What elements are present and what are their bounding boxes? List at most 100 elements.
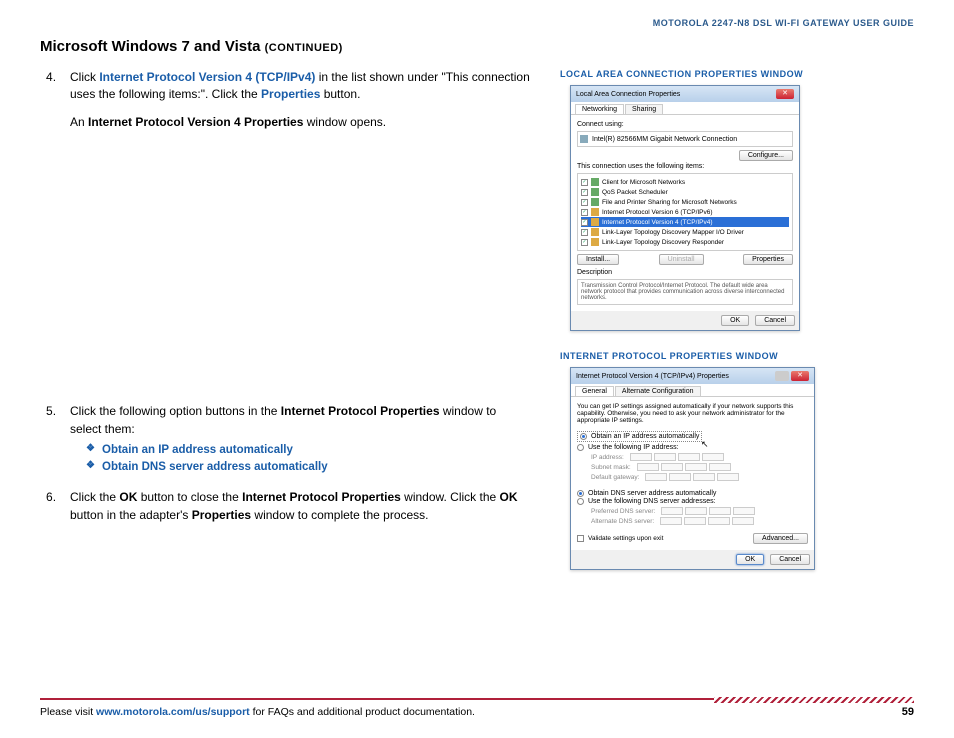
radio-static-ip[interactable]: [577, 444, 584, 451]
lan-properties-dialog: Local Area Connection Properties ✕ Netwo…: [570, 85, 800, 331]
list-item-ipv4[interactable]: Internet Protocol Version 4 (TCP/IPv4): [602, 219, 713, 226]
step-6: Click the OK button to close the Interne…: [40, 489, 530, 524]
text: window to complete the process.: [251, 508, 428, 522]
doc-header: MOTOROLA 2247-N8 DSL WI-FI GATEWAY USER …: [40, 18, 914, 28]
text: for FAQs and additional product document…: [250, 706, 475, 718]
list-item[interactable]: File and Printer Sharing for Microsoft N…: [602, 199, 737, 206]
items-label: This connection uses the following items…: [577, 163, 793, 170]
checkbox-icon[interactable]: ✓: [581, 209, 588, 216]
page-number: 59: [902, 706, 914, 718]
step-4: Click Internet Protocol Version 4 (TCP/I…: [40, 69, 530, 131]
component-icon: [591, 228, 599, 236]
radio-label: Use the following IP address:: [588, 444, 679, 451]
text: Internet Protocol Properties: [242, 490, 401, 504]
option-obtain-ip: Obtain an IP address automatically: [86, 442, 530, 459]
radio-auto-ip[interactable]: [580, 433, 587, 440]
title-main: Microsoft Windows 7 and Vista: [40, 38, 260, 55]
gateway-label: Default gateway:: [591, 474, 639, 481]
text: window. Click the: [401, 490, 500, 504]
gateway-input: [645, 473, 739, 481]
stripe-decoration: [714, 697, 914, 703]
install-button[interactable]: Install...: [577, 254, 619, 265]
help-icon[interactable]: [775, 371, 789, 381]
dns1-input: [661, 507, 755, 515]
validate-checkbox[interactable]: [577, 535, 584, 542]
intro-text: You can get IP settings assigned automat…: [577, 403, 808, 424]
radio-static-dns[interactable]: [577, 498, 584, 505]
text: An: [70, 115, 88, 129]
support-link[interactable]: www.motorola.com/us/support: [96, 706, 250, 718]
checkbox-icon[interactable]: ✓: [581, 179, 588, 186]
advanced-button[interactable]: Advanced...: [753, 533, 808, 544]
close-icon[interactable]: ✕: [791, 371, 809, 381]
cancel-button[interactable]: Cancel: [770, 554, 810, 565]
items-listbox[interactable]: ✓ Client for Microsoft Networks ✓ QoS Pack…: [577, 173, 793, 251]
description-label: Description: [577, 269, 793, 276]
dialog-title: Internet Protocol Version 4 (TCP/IPv4) P…: [576, 373, 729, 380]
component-icon: [591, 208, 599, 216]
subnet-input: [637, 463, 731, 471]
fig2-caption: INTERNET PROTOCOL PROPERTIES WINDOW: [560, 351, 914, 361]
text: Click the: [70, 490, 119, 504]
close-icon[interactable]: ✕: [776, 89, 794, 99]
radio-label: Obtain DNS server address automatically: [588, 490, 716, 497]
list-item[interactable]: Link-Layer Topology Discovery Mapper I/O…: [602, 229, 744, 236]
component-icon: [591, 238, 599, 246]
footer-text: Please visit www.motorola.com/us/support…: [40, 706, 475, 718]
tab-general[interactable]: General: [575, 386, 614, 396]
page-title: Microsoft Windows 7 and Vista (CONTINUED…: [40, 38, 914, 55]
cursor-icon: ↖: [701, 439, 709, 450]
tab-networking[interactable]: Networking: [575, 104, 624, 114]
list-item[interactable]: Client for Microsoft Networks: [602, 179, 685, 186]
text: Please visit: [40, 706, 96, 718]
step-4-sub: An Internet Protocol Version 4 Propertie…: [70, 114, 530, 131]
checkbox-icon[interactable]: ✓: [581, 219, 588, 226]
dns1-label: Preferred DNS server:: [591, 508, 655, 515]
ip-label: IP address:: [591, 454, 624, 461]
dns2-input: [660, 517, 754, 525]
tab-sharing[interactable]: Sharing: [625, 104, 663, 114]
adapter-name: Intel(R) 82566MM Gigabit Network Connect…: [592, 136, 737, 143]
titlebar[interactable]: Internet Protocol Version 4 (TCP/IPv4) P…: [571, 368, 814, 384]
component-icon: [591, 198, 599, 206]
radio-auto-dns[interactable]: [577, 490, 584, 497]
checkbox-icon[interactable]: ✓: [581, 199, 588, 206]
properties-link: Properties: [261, 87, 320, 101]
radio-label: Use the following DNS server addresses:: [588, 498, 716, 505]
ip-properties-dialog: Internet Protocol Version 4 (TCP/IPv4) P…: [570, 367, 815, 570]
cancel-button[interactable]: Cancel: [755, 315, 795, 326]
component-icon: [591, 218, 599, 226]
properties-button[interactable]: Properties: [743, 254, 793, 265]
connect-using-label: Connect using:: [577, 121, 793, 128]
figures-column: LOCAL AREA CONNECTION PROPERTIES WINDOW …: [560, 69, 914, 590]
text: Click the following option buttons in th…: [70, 404, 281, 418]
ip-input: [630, 453, 724, 461]
radio-label: Obtain an IP address automatically: [591, 433, 699, 440]
checkbox-icon[interactable]: ✓: [581, 189, 588, 196]
text: window opens.: [303, 115, 386, 129]
text: OK: [500, 490, 518, 504]
ok-button[interactable]: OK: [736, 554, 764, 565]
list-item[interactable]: QoS Packet Scheduler: [602, 189, 668, 196]
text: Internet Protocol Properties: [281, 404, 440, 418]
dns2-label: Alternate DNS server:: [591, 518, 654, 525]
nic-icon: [580, 135, 588, 143]
text: Click: [70, 70, 99, 84]
ok-button[interactable]: OK: [721, 315, 749, 326]
description-text: Transmission Control Protocol/Internet P…: [577, 279, 793, 305]
checkbox-icon[interactable]: ✓: [581, 229, 588, 236]
list-item[interactable]: Link-Layer Topology Discovery Responder: [602, 239, 724, 246]
dialog-title: Local Area Connection Properties: [576, 91, 680, 98]
text: button to close the: [137, 490, 242, 504]
configure-button[interactable]: Configure...: [739, 150, 793, 161]
checkbox-icon[interactable]: ✓: [581, 239, 588, 246]
list-item[interactable]: Internet Protocol Version 6 (TCP/IPv6): [602, 209, 713, 216]
tab-alternate[interactable]: Alternate Configuration: [615, 386, 701, 396]
fig1-caption: LOCAL AREA CONNECTION PROPERTIES WINDOW: [560, 69, 914, 79]
text: OK: [119, 490, 137, 504]
text: button.: [320, 87, 360, 101]
component-icon: [591, 188, 599, 196]
ipv4-link: Internet Protocol Version 4 (TCP/IPv4): [99, 70, 315, 84]
titlebar[interactable]: Local Area Connection Properties ✕: [571, 86, 799, 102]
page-footer: Please visit www.motorola.com/us/support…: [40, 698, 914, 718]
